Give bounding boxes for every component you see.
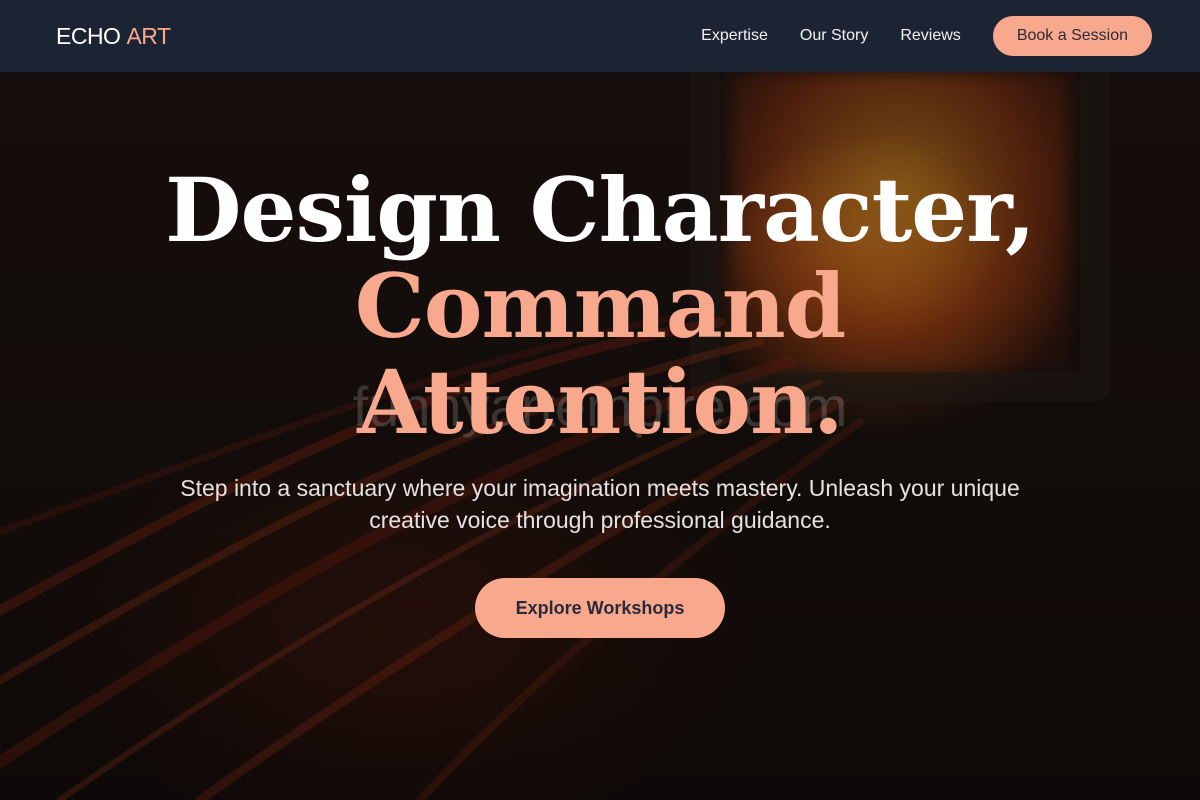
hero-headline: Design Character, Command Attention. — [0, 162, 1200, 450]
logo[interactable]: ECHO ART — [56, 23, 171, 50]
navbar: ECHO ART Expertise Our Story Reviews Boo… — [0, 0, 1200, 72]
book-session-button[interactable]: Book a Session — [992, 16, 1152, 56]
explore-workshops-button[interactable]: Explore Workshops — [475, 578, 725, 638]
main-navigation: Expertise Our Story Reviews Book a Sessi… — [701, 16, 1152, 56]
headline-line-1: Design Character, — [165, 158, 1036, 262]
nav-link-expertise[interactable]: Expertise — [701, 27, 768, 45]
logo-primary-text: ECHO — [56, 22, 121, 49]
logo-accent-text: ART — [126, 22, 171, 49]
headline-line-3: Attention. — [357, 350, 843, 454]
hero-subtitle: Step into a sanctuary where your imagina… — [180, 475, 1020, 533]
nav-link-reviews[interactable]: Reviews — [900, 27, 960, 45]
headline-line-2: Command — [354, 254, 847, 358]
hero-section: funnyartempire.com Design Character, Com… — [0, 72, 1200, 800]
nav-link-our-story[interactable]: Our Story — [800, 27, 868, 45]
